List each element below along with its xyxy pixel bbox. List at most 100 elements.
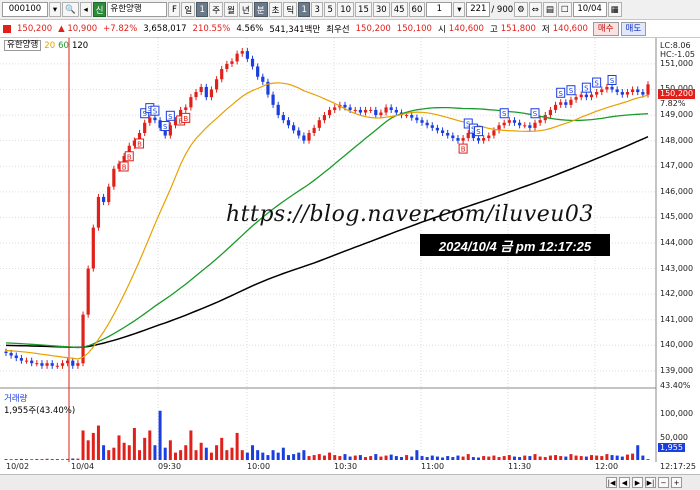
code-dropdown-button[interactable]: ▾ [49, 2, 61, 17]
open-price: 140,600 [448, 23, 484, 34]
volume-bar [364, 457, 368, 460]
volume-bar [76, 458, 80, 460]
count-input[interactable]: 221 [466, 2, 491, 17]
candle-body [292, 125, 296, 131]
sell-signal-label: S [610, 77, 615, 85]
period-week[interactable]: 주 [209, 2, 224, 17]
volume-bar [538, 456, 542, 460]
volume-bar [358, 455, 362, 460]
checkbox-icon[interactable]: ☐ [557, 2, 572, 17]
period-year[interactable]: 년 [238, 2, 253, 17]
candle-body [50, 363, 54, 366]
minute-1[interactable]: 1 [298, 2, 311, 17]
price-chart[interactable]: BBBSS SSSB BBSS SS SS S SS S [0, 38, 700, 474]
blog-watermark: https://blog.naver.com/iluveu03 [226, 202, 594, 227]
candle-body [569, 99, 573, 105]
stock-code-input[interactable]: 000100 [2, 2, 48, 17]
lock-icon[interactable]: ◂ [79, 2, 92, 17]
interval-dropdown-button[interactable]: ▾ [453, 2, 466, 17]
volume-bar [528, 456, 532, 460]
period-month[interactable]: 월 [224, 2, 238, 17]
candle-body [394, 109, 398, 113]
legend-ma20: 20 [44, 40, 56, 51]
minute-5[interactable]: 5 [324, 2, 337, 17]
volume-bar [353, 455, 357, 460]
candle-body [55, 365, 59, 367]
minute-45[interactable]: 45 [390, 2, 408, 17]
buy-button[interactable]: 매수 [592, 21, 619, 36]
candle-body [456, 138, 460, 141]
buy-signal-label: B [461, 146, 466, 154]
search-icon[interactable]: 🔍 [62, 2, 79, 17]
volume-bar [117, 435, 121, 460]
candle-body [86, 268, 90, 315]
calendar-icon[interactable]: ▦ [607, 2, 622, 17]
volume-bar [148, 430, 152, 460]
volume-bar [482, 456, 486, 460]
candle-body [327, 109, 332, 116]
candle-body [107, 186, 111, 203]
candle-body [4, 351, 8, 353]
minute-60[interactable]: 60 [408, 2, 426, 17]
candle-body [600, 89, 604, 93]
candle-body [317, 120, 321, 128]
period-minute[interactable]: 분 [253, 2, 268, 17]
expand-icon[interactable]: ⇔ [528, 2, 542, 17]
sell-button[interactable]: 매도 [620, 21, 647, 36]
date-input[interactable]: 10/04 [572, 2, 607, 17]
candle-body [476, 138, 481, 141]
candle-body [199, 86, 203, 93]
sell-signal-label: S [476, 128, 481, 136]
candle-body [595, 92, 599, 95]
candle-body [564, 102, 568, 105]
x-tick-1130: 11:30 [508, 462, 532, 471]
interval-input[interactable]: 1 [426, 2, 453, 17]
volume-bar [590, 455, 594, 460]
volume-bar [35, 458, 39, 460]
chart-type-icon[interactable]: ▤ [542, 2, 557, 17]
volume-bar [420, 456, 424, 460]
candle-body [302, 135, 306, 141]
current-price-tag: 150,200 [658, 89, 696, 99]
zoom-in-icon[interactable]: + [671, 477, 682, 488]
minute-10[interactable]: 10 [337, 2, 355, 17]
candle-body [76, 363, 80, 366]
scroll-next-icon[interactable]: ▶ [632, 477, 643, 488]
volume-bar [71, 458, 75, 460]
volume-legend: 거래량 1,955주(43.40%) [4, 392, 75, 416]
period-second[interactable]: 초 [268, 2, 283, 17]
volume-bar [369, 456, 373, 460]
y-tick: 151,000 [660, 58, 694, 68]
volume-bar [220, 437, 224, 460]
volume-bar [446, 456, 450, 460]
zoom-out-icon[interactable]: − [658, 477, 669, 488]
period-day-button[interactable]: 일 [181, 2, 196, 17]
minute-30[interactable]: 30 [372, 2, 390, 17]
candle-body [24, 360, 29, 362]
minute-15[interactable]: 15 [355, 2, 372, 17]
f-button[interactable]: F [168, 2, 181, 17]
up-indicator-icon [3, 24, 11, 33]
candle-body [507, 120, 511, 123]
volume-bar [266, 455, 270, 460]
volume-bar [497, 457, 501, 460]
candle-body [492, 130, 496, 136]
candle-body [45, 363, 49, 366]
sell-signal-label: S [584, 85, 589, 93]
volume-bar [425, 457, 429, 460]
bottom-scrollbar[interactable]: |◀ ◀ ▶ ▶| − + [0, 474, 700, 490]
low-price: 140,600 [552, 23, 588, 34]
period-count-button[interactable]: 1 [196, 2, 209, 17]
x-tick-1000: 10:00 [247, 462, 271, 471]
volume-bar [435, 456, 439, 460]
volume-bar [548, 455, 552, 460]
scroll-prev-icon[interactable]: ◀ [619, 477, 630, 488]
settings-icon[interactable]: ⚙ [514, 2, 528, 17]
volume-bar [471, 457, 475, 460]
period-tick[interactable]: 틱 [283, 2, 298, 17]
sell-signal-label: S [153, 108, 158, 116]
volume-tag: 1,955 [658, 443, 685, 452]
scroll-first-icon[interactable]: |◀ [606, 477, 617, 488]
minute-3[interactable]: 3 [311, 2, 324, 17]
scroll-last-icon[interactable]: ▶| [645, 477, 656, 488]
